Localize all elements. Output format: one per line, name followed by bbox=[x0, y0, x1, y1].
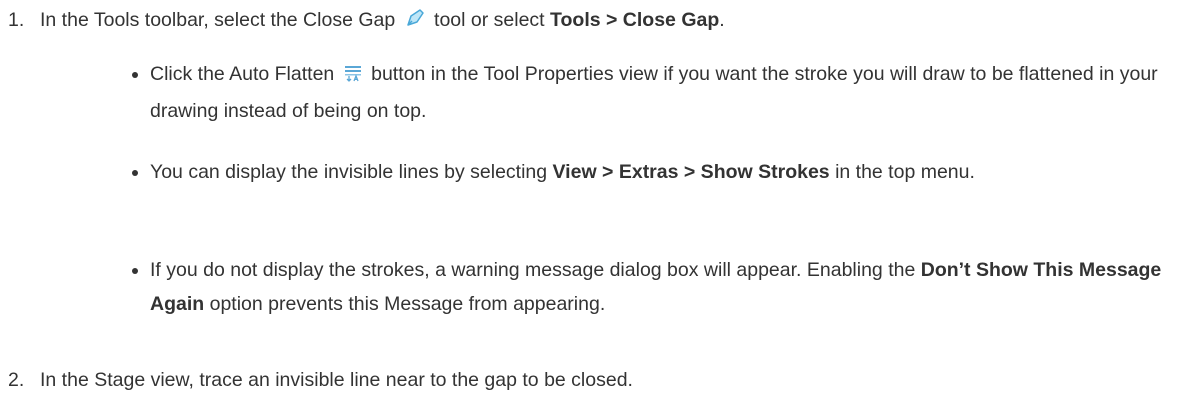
auto-flatten-icon bbox=[343, 60, 363, 94]
menu-path: Tools > Close Gap bbox=[550, 9, 720, 31]
bullet-text: option prevents this Message from appear… bbox=[209, 293, 606, 315]
step-2: 2. In the Stage view, trace an invisible … bbox=[8, 365, 1193, 395]
bullet-text: in the top menu. bbox=[835, 161, 975, 183]
step-text: tool or select bbox=[434, 9, 545, 31]
bullet-item: If you do not display the strokes, a war… bbox=[130, 253, 1190, 321]
step-text-end: . bbox=[719, 9, 725, 31]
step-text: In the Stage view, trace an invisible li… bbox=[40, 369, 633, 391]
step-number: 2. bbox=[8, 369, 25, 391]
menu-path: View > Extras > Show Strokes bbox=[552, 161, 830, 183]
step-number: 1. bbox=[8, 9, 25, 31]
close-gap-tool-icon bbox=[404, 7, 426, 38]
step-1: 1. In the Tools toolbar, select the Close… bbox=[8, 5, 1193, 38]
bullet-text: You can display the invisible lines by s… bbox=[150, 161, 548, 183]
bullet-text: Click the Auto Flatten bbox=[150, 63, 335, 85]
step-text: In the Tools toolbar, select the Close G… bbox=[40, 9, 396, 31]
bullet-item: Click the Auto Flatten button in the Too… bbox=[130, 57, 1190, 128]
bullet-text: If you do not display the strokes, a war… bbox=[150, 259, 916, 281]
bullet-item: You can display the invisible lines by s… bbox=[130, 155, 1190, 189]
